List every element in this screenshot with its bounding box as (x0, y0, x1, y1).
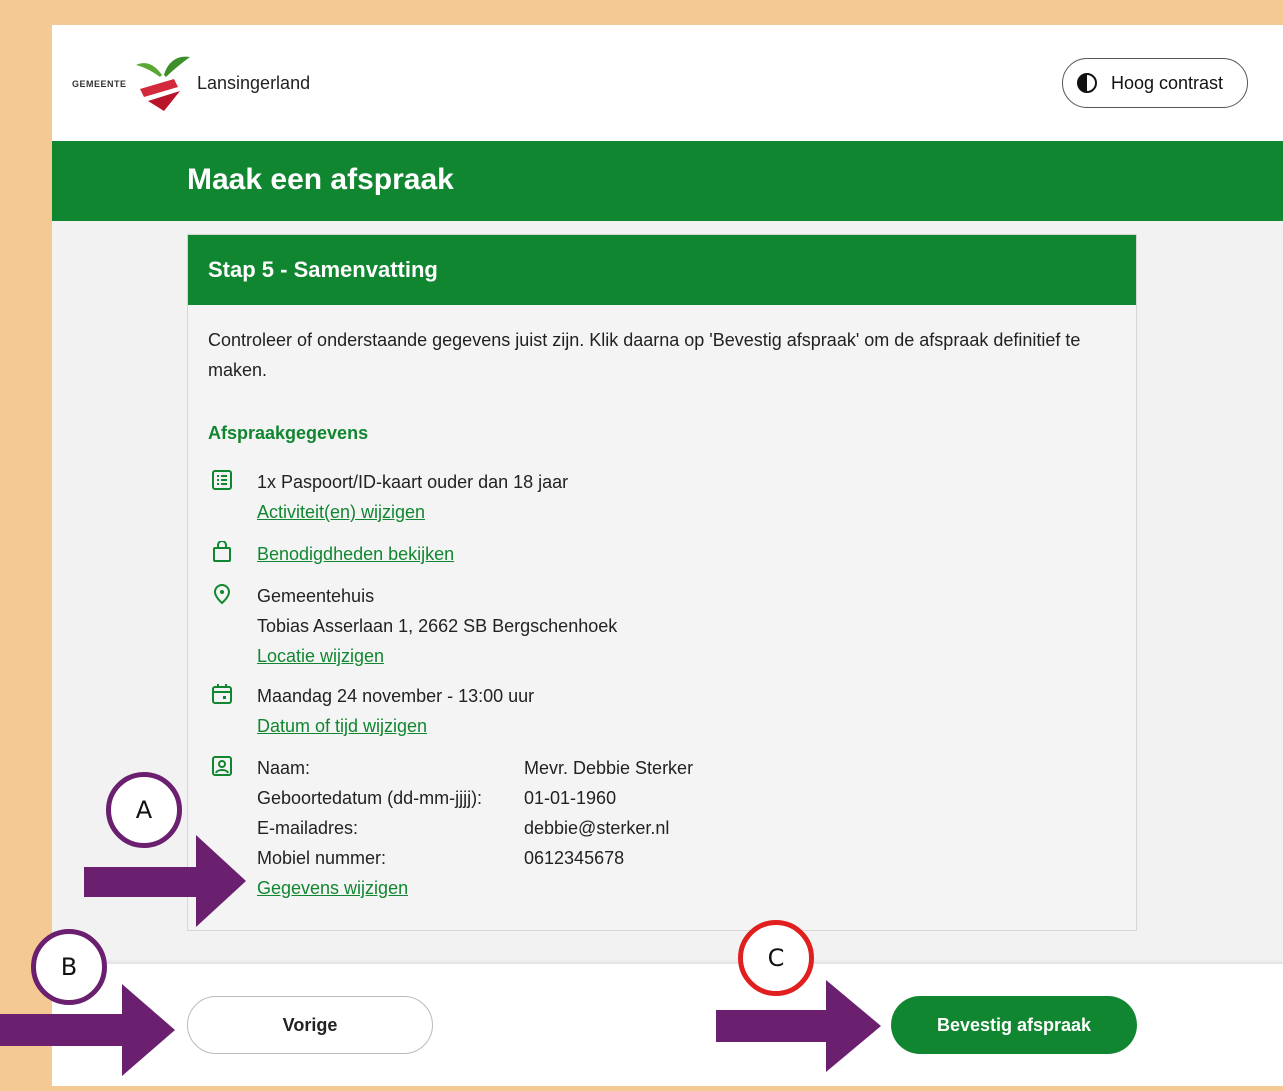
logo-mark-icon (136, 56, 190, 111)
mobile-value: 0612345678 (524, 848, 625, 868)
datetime-text: Maandag 24 november - 13:00 uur (257, 686, 535, 706)
change-location-link[interactable]: Locatie wijzigen (257, 641, 617, 671)
list-icon (212, 470, 232, 490)
person-card-icon (212, 756, 232, 776)
municipality-logo[interactable]: GEMEENTE Lansingerland (72, 49, 332, 119)
birthdate-label: Geboortedatum (dd-mm-jjjj): (257, 788, 483, 808)
mobile-label: Mobiel nummer: (257, 848, 387, 868)
email-value: debbie@sterker.nl (524, 818, 670, 838)
high-contrast-label: Hoog contrast (1111, 72, 1224, 93)
annotation-letter-b: B (60, 953, 78, 981)
location-address: Tobias Asserlaan 1, 2662 SB Bergschenhoe… (257, 616, 618, 636)
annotation-arrow-a (84, 835, 246, 927)
footer-bar: Vorige Bevestig afspraak (52, 964, 1283, 1086)
previous-button[interactable]: Vorige (187, 996, 433, 1054)
bag-icon (213, 541, 231, 562)
confirm-appointment-button[interactable]: Bevestig afspraak (891, 996, 1137, 1054)
activity-text: 1x Paspoort/ID-kaart ouder dan 18 jaar (257, 472, 569, 492)
high-contrast-button[interactable]: Hoog contrast (1062, 58, 1248, 108)
annotation-letter-a: A (135, 796, 153, 824)
annotation-arrow-b (0, 984, 175, 1076)
calendar-icon (212, 684, 232, 704)
location-pin-icon (213, 583, 231, 605)
change-datetime-link[interactable]: Datum of tijd wijzigen (257, 711, 534, 741)
logo-prefix: GEMEENTE (72, 79, 127, 89)
email-label: E-mailadres: (257, 818, 359, 838)
annotation-arrow-c (716, 980, 881, 1072)
page-title: Maak een afspraak (187, 163, 454, 196)
site-header: GEMEENTE Lansingerland Hoog contrast (52, 25, 1283, 141)
change-details-link[interactable]: Gegevens wijzigen (257, 873, 408, 903)
summary-card: Stap 5 - Samenvatting Controleer of onde… (187, 234, 1137, 931)
contrast-icon (1077, 73, 1097, 93)
name-label: Naam: (257, 758, 311, 778)
section-heading: Afspraakgegevens (208, 423, 369, 443)
change-activities-link[interactable]: Activiteit(en) wijzigen (257, 497, 568, 527)
intro-text: Controleer of onderstaande gegevens juis… (208, 330, 1081, 380)
view-requirements-link[interactable]: Benodigdheden bekijken (257, 539, 454, 569)
location-name: Gemeentehuis (257, 586, 375, 606)
name-value: Mevr. Debbie Sterker (524, 758, 694, 778)
card-heading: Stap 5 - Samenvatting (188, 235, 1136, 305)
logo-name: Lansingerland (197, 73, 311, 93)
birthdate-value: 01-01-1960 (524, 788, 617, 808)
annotation-letter-c: C (767, 944, 785, 972)
title-banner: Maak een afspraak (52, 141, 1283, 221)
